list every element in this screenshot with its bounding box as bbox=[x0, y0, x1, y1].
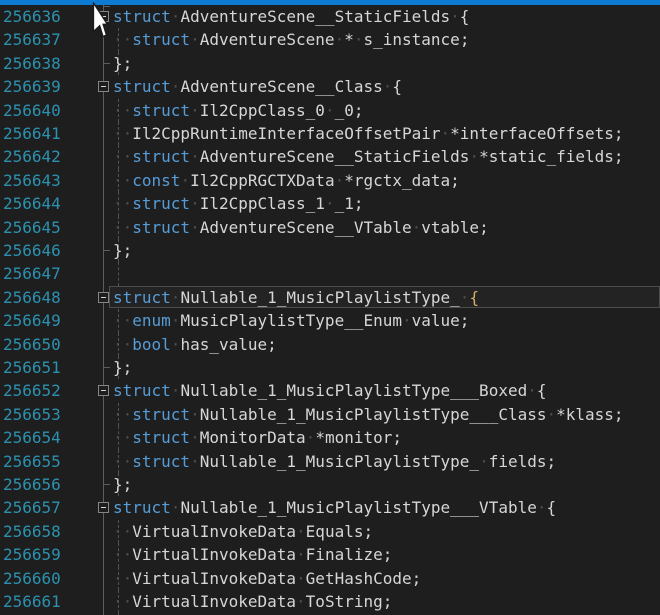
line-number[interactable]: 256658 bbox=[3, 520, 61, 543]
line-number[interactable]: 256637 bbox=[3, 28, 61, 51]
line-number[interactable]: 256650 bbox=[3, 333, 61, 356]
line-number[interactable]: 256641 bbox=[3, 122, 61, 145]
code-line[interactable]: 256653 ··struct·Nullable_1_MusicPlaylistT… bbox=[0, 403, 660, 426]
fold-collapse-button[interactable] bbox=[98, 385, 109, 396]
code-line[interactable]: 256646}; bbox=[0, 239, 660, 262]
line-number[interactable]: 256647 bbox=[3, 262, 61, 285]
code-text: ··VirtualInvokeData·Equals; bbox=[113, 520, 373, 543]
code-text: struct·Nullable_1_MusicPlaylistType_·{ bbox=[113, 286, 479, 309]
line-number[interactable]: 256644 bbox=[3, 192, 61, 215]
code-editor[interactable]: 256636 struct·AdventureScene__StaticField… bbox=[0, 0, 660, 615]
indent-guide bbox=[118, 262, 120, 285]
line-number[interactable]: 256640 bbox=[3, 99, 61, 122]
code-line[interactable]: 256658 ··VirtualInvokeData·Equals; bbox=[0, 520, 660, 543]
code-line[interactable]: 256660 ··VirtualInvokeData·GetHashCode; bbox=[0, 567, 660, 590]
code-line[interactable]: 256645 ··struct·AdventureScene__VTable·vt… bbox=[0, 216, 660, 239]
line-number[interactable]: 256653 bbox=[3, 403, 61, 426]
line-number[interactable]: 256655 bbox=[3, 450, 61, 473]
code-text: ··VirtualInvokeData·ToString; bbox=[113, 590, 392, 613]
code-text: ··Il2CppRuntimeInterfaceOffsetPair·*inte… bbox=[113, 122, 624, 145]
line-number[interactable]: 256652 bbox=[3, 379, 61, 402]
code-text: ··struct·MonitorData·*monitor; bbox=[113, 426, 402, 449]
code-text: struct·Nullable_1_MusicPlaylistType___Bo… bbox=[113, 379, 547, 402]
code-line[interactable]: 256654 ··struct·MonitorData·*monitor; bbox=[0, 426, 660, 449]
fold-collapse-button[interactable] bbox=[98, 502, 109, 513]
code-text: ··enum·MusicPlaylistType__Enum·value; bbox=[113, 309, 469, 332]
code-line[interactable]: 256656}; bbox=[0, 473, 660, 496]
code-text: ··struct·Nullable_1_MusicPlaylistType_·f… bbox=[113, 450, 556, 473]
code-text: struct·AdventureScene__Class·{ bbox=[113, 75, 402, 98]
code-line[interactable]: 256642 ··struct·AdventureScene__StaticFie… bbox=[0, 145, 660, 168]
code-line[interactable]: 256659 ··VirtualInvokeData·Finalize; bbox=[0, 543, 660, 566]
code-line[interactable]: 256655 ··struct·Nullable_1_MusicPlaylistT… bbox=[0, 450, 660, 473]
line-number[interactable]: 256646 bbox=[3, 239, 61, 262]
code-text: ··bool·has_value; bbox=[113, 333, 277, 356]
fold-collapse-button[interactable] bbox=[98, 292, 109, 303]
line-number[interactable]: 256636 bbox=[3, 5, 61, 28]
fold-collapse-button[interactable] bbox=[98, 81, 109, 92]
line-number[interactable]: 256654 bbox=[3, 426, 61, 449]
code-text: ··struct·Nullable_1_MusicPlaylistType___… bbox=[113, 403, 624, 426]
code-text: ··struct·AdventureScene·*·s_instance; bbox=[113, 28, 469, 51]
fold-collapse-button[interactable] bbox=[98, 11, 109, 22]
code-line[interactable]: 256644 ··struct·Il2CppClass_1·_1; bbox=[0, 192, 660, 215]
fold-margin-line bbox=[103, 5, 104, 615]
code-text: struct·Nullable_1_MusicPlaylistType___VT… bbox=[113, 496, 556, 519]
code-text: ··struct·AdventureScene__VTable·vtable; bbox=[113, 216, 489, 239]
line-number[interactable]: 256642 bbox=[3, 145, 61, 168]
line-number[interactable]: 256648 bbox=[3, 286, 61, 309]
code-line[interactable]: 256647 bbox=[0, 262, 660, 285]
line-number[interactable]: 256657 bbox=[3, 496, 61, 519]
code-line[interactable]: 256637 ··struct·AdventureScene·*·s_instan… bbox=[0, 28, 660, 51]
code-line[interactable]: 256650 ··bool·has_value; bbox=[0, 333, 660, 356]
code-text: ··const·Il2CppRGCTXData·*rgctx_data; bbox=[113, 169, 460, 192]
code-text: ··VirtualInvokeData·GetHashCode; bbox=[113, 567, 421, 590]
code-text: }; bbox=[113, 356, 132, 379]
fold-region-end-tick bbox=[104, 6, 110, 7]
line-number[interactable]: 256660 bbox=[3, 567, 61, 590]
line-number[interactable]: 256649 bbox=[3, 309, 61, 332]
code-text: }; bbox=[113, 239, 132, 262]
code-line[interactable]: 256661 ··VirtualInvokeData·ToString; bbox=[0, 590, 660, 613]
code-text: ··VirtualInvokeData·Finalize; bbox=[113, 543, 392, 566]
fold-region-end-tick bbox=[104, 250, 110, 251]
code-line[interactable]: 256641 ··Il2CppRuntimeInterfaceOffsetPair… bbox=[0, 122, 660, 145]
code-text: ··struct·Il2CppClass_0·_0; bbox=[113, 99, 363, 122]
code-line[interactable]: 256640 ··struct·Il2CppClass_0·_0; bbox=[0, 99, 660, 122]
line-number[interactable]: 256651 bbox=[3, 356, 61, 379]
line-number[interactable]: 256639 bbox=[3, 75, 61, 98]
code-line[interactable]: 256649 ··enum·MusicPlaylistType__Enum·val… bbox=[0, 309, 660, 332]
code-line[interactable]: 256643 ··const·Il2CppRGCTXData·*rgctx_dat… bbox=[0, 169, 660, 192]
code-text: ··struct·AdventureScene__StaticFields·*s… bbox=[113, 145, 624, 168]
line-number[interactable]: 256659 bbox=[3, 543, 61, 566]
code-line[interactable]: 256638}; bbox=[0, 52, 660, 75]
line-number[interactable]: 256661 bbox=[3, 590, 61, 613]
fold-region-end-tick bbox=[104, 484, 110, 485]
line-number[interactable]: 256656 bbox=[3, 473, 61, 496]
code-text: }; bbox=[113, 52, 132, 75]
line-number[interactable]: 256638 bbox=[3, 52, 61, 75]
code-text: }; bbox=[113, 473, 132, 496]
fold-region-end-tick bbox=[104, 63, 110, 64]
code-text: ··struct·Il2CppClass_1·_1; bbox=[113, 192, 363, 215]
code-line[interactable]: 256651}; bbox=[0, 356, 660, 379]
fold-region-end-tick bbox=[104, 367, 110, 368]
code-text: struct·AdventureScene__StaticFields·{ bbox=[113, 5, 469, 28]
line-number[interactable]: 256643 bbox=[3, 169, 61, 192]
line-number[interactable]: 256645 bbox=[3, 216, 61, 239]
